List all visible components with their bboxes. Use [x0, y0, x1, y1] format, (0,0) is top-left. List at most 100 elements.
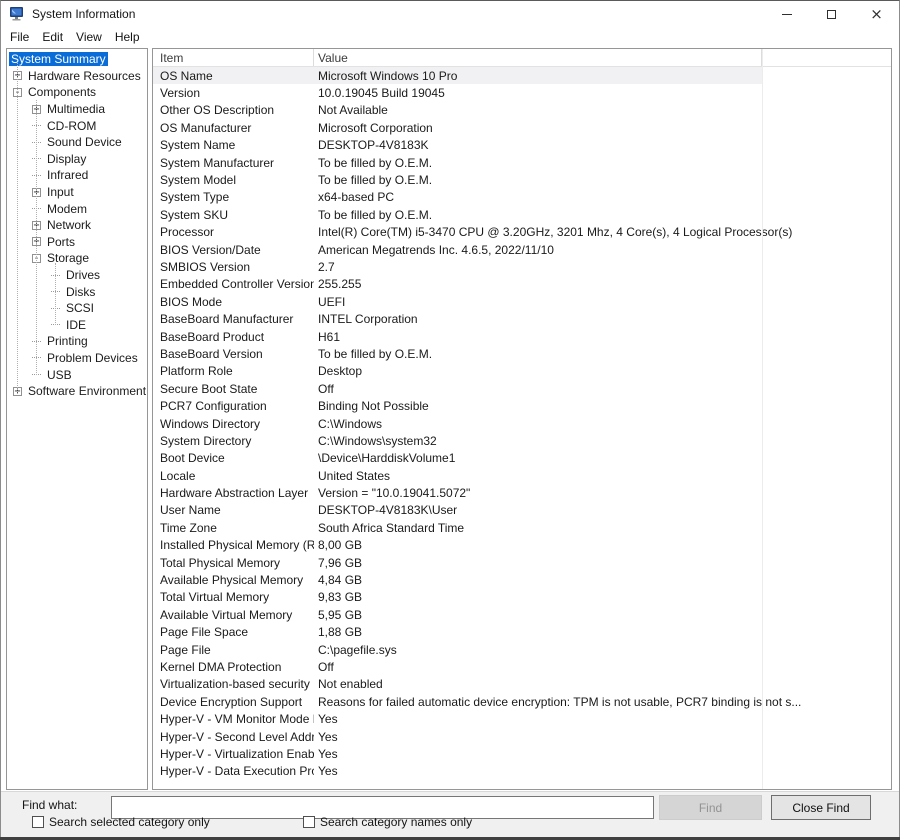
- value-cell: American Megatrends Inc. 4.6.5, 2022/11/…: [314, 243, 554, 257]
- table-row[interactable]: PCR7 ConfigurationBinding Not Possible: [153, 397, 891, 414]
- table-row[interactable]: Hyper-V - Second Level Addres...Yes: [153, 728, 891, 745]
- tree-item-cd-rom[interactable]: CD-ROM: [7, 117, 147, 134]
- tree-item-infrared[interactable]: Infrared: [7, 167, 147, 184]
- value-cell: Microsoft Windows 10 Pro: [314, 69, 457, 83]
- maximize-icon[interactable]: [809, 1, 854, 27]
- tree-label: Sound Device: [45, 135, 124, 149]
- tree-item-components[interactable]: -Components: [7, 84, 147, 101]
- value-cell: C:\Windows\system32: [314, 434, 437, 448]
- value-cell: INTEL Corporation: [314, 312, 418, 326]
- tree-item-multimedia[interactable]: +Multimedia: [7, 101, 147, 118]
- table-row[interactable]: Hardware Abstraction LayerVersion = "10.…: [153, 484, 891, 501]
- table-row[interactable]: Total Physical Memory7,96 GB: [153, 554, 891, 571]
- tree-label: Storage: [45, 251, 91, 265]
- table-row[interactable]: BIOS Version/DateAmerican Megatrends Inc…: [153, 241, 891, 258]
- table-row[interactable]: System NameDESKTOP-4V8183K: [153, 137, 891, 154]
- table-row[interactable]: Page File Space1,88 GB: [153, 624, 891, 641]
- tree-item-problem-devices[interactable]: Problem Devices: [7, 350, 147, 367]
- tree-item-scsi[interactable]: SCSI: [7, 300, 147, 317]
- table-row[interactable]: System ModelTo be filled by O.E.M.: [153, 171, 891, 188]
- table-row[interactable]: System SKUTo be filled by O.E.M.: [153, 206, 891, 223]
- close-find-button[interactable]: Close Find: [771, 795, 871, 820]
- tree-label: SCSI: [64, 301, 96, 315]
- table-row[interactable]: Available Virtual Memory5,95 GB: [153, 606, 891, 623]
- table-row[interactable]: Embedded Controller Version255.255: [153, 276, 891, 293]
- table-row[interactable]: Platform RoleDesktop: [153, 363, 891, 380]
- table-row[interactable]: System ManufacturerTo be filled by O.E.M…: [153, 154, 891, 171]
- detail-list: Item Value OS NameMicrosoft Windows 10 P…: [152, 48, 892, 790]
- item-cell: Hyper-V - Data Execution Prote...: [153, 764, 314, 778]
- menu-view[interactable]: View: [76, 29, 111, 45]
- table-row[interactable]: Page FileC:\pagefile.sys: [153, 641, 891, 658]
- item-cell: Windows Directory: [153, 417, 314, 431]
- minimize-icon[interactable]: [764, 1, 809, 27]
- tree-item-ide[interactable]: IDE: [7, 317, 147, 334]
- table-row[interactable]: Secure Boot StateOff: [153, 380, 891, 397]
- table-row[interactable]: System Typex64-based PC: [153, 189, 891, 206]
- menu-file[interactable]: File: [10, 29, 38, 45]
- item-cell: BIOS Mode: [153, 295, 314, 309]
- table-row[interactable]: OS NameMicrosoft Windows 10 Pro: [153, 67, 762, 84]
- table-row[interactable]: Hyper-V - Data Execution Prote...Yes: [153, 763, 891, 780]
- table-row[interactable]: User NameDESKTOP-4V8183K\User: [153, 502, 891, 519]
- table-row[interactable]: Boot Device\Device\HarddiskVolume1: [153, 450, 891, 467]
- item-cell: BaseBoard Version: [153, 347, 314, 361]
- table-row[interactable]: Version10.0.19045 Build 19045: [153, 84, 891, 101]
- value-cell: Yes: [314, 747, 338, 761]
- tree-item-display[interactable]: Display: [7, 151, 147, 168]
- item-cell: System Model: [153, 173, 314, 187]
- tree-label: CD-ROM: [45, 119, 98, 133]
- table-row[interactable]: LocaleUnited States: [153, 467, 891, 484]
- table-row[interactable]: Hyper-V - VM Monitor Mode E...Yes: [153, 710, 891, 727]
- table-row[interactable]: System DirectoryC:\Windows\system32: [153, 432, 891, 449]
- search-category-names-checkbox[interactable]: Search category names only: [303, 815, 472, 829]
- tree-item-hardware-resources[interactable]: +Hardware Resources: [7, 68, 147, 85]
- column-header-value[interactable]: Value: [314, 49, 762, 66]
- tree-item-network[interactable]: +Network: [7, 217, 147, 234]
- table-row[interactable]: Other OS DescriptionNot Available: [153, 102, 891, 119]
- checkbox-label: Search category names only: [320, 815, 472, 829]
- item-cell: Total Physical Memory: [153, 556, 314, 570]
- table-row[interactable]: Hyper-V - Virtualization Enable...Yes: [153, 745, 891, 762]
- tree-item-sound-device[interactable]: Sound Device: [7, 134, 147, 151]
- column-header-item[interactable]: Item: [153, 49, 314, 66]
- item-cell: System Name: [153, 138, 314, 152]
- tree-item-usb[interactable]: USB: [7, 366, 147, 383]
- table-row[interactable]: Time ZoneSouth Africa Standard Time: [153, 519, 891, 536]
- find-button[interactable]: Find: [659, 795, 762, 820]
- table-row[interactable]: Available Physical Memory4,84 GB: [153, 571, 891, 588]
- table-row[interactable]: Windows DirectoryC:\Windows: [153, 415, 891, 432]
- table-row[interactable]: BaseBoard VersionTo be filled by O.E.M.: [153, 345, 891, 362]
- table-row[interactable]: ProcessorIntel(R) Core(TM) i5-3470 CPU @…: [153, 224, 891, 241]
- window-title: System Information: [32, 7, 135, 21]
- search-selected-category-checkbox[interactable]: Search selected category only: [32, 815, 210, 829]
- value-cell: Intel(R) Core(TM) i5-3470 CPU @ 3.20GHz,…: [314, 225, 792, 239]
- value-cell: Microsoft Corporation: [314, 121, 433, 135]
- tree-item-disks[interactable]: Disks: [7, 283, 147, 300]
- table-row[interactable]: Installed Physical Memory (RAM)8,00 GB: [153, 537, 891, 554]
- tree-item-input[interactable]: +Input: [7, 184, 147, 201]
- tree-item-storage[interactable]: -Storage: [7, 250, 147, 267]
- table-row[interactable]: BIOS ModeUEFI: [153, 293, 891, 310]
- close-icon[interactable]: ×: [854, 1, 899, 27]
- table-row[interactable]: Kernel DMA ProtectionOff: [153, 658, 891, 675]
- tree-item-printing[interactable]: Printing: [7, 333, 147, 350]
- menu-edit[interactable]: Edit: [42, 29, 72, 45]
- tree-item-system-summary[interactable]: System Summary: [7, 51, 147, 68]
- tree-item-drives[interactable]: Drives: [7, 267, 147, 284]
- table-row[interactable]: OS ManufacturerMicrosoft Corporation: [153, 119, 891, 136]
- tree-item-modem[interactable]: Modem: [7, 200, 147, 217]
- table-row[interactable]: SMBIOS Version2.7: [153, 258, 891, 275]
- table-row[interactable]: BaseBoard ProductH61: [153, 328, 891, 345]
- table-row[interactable]: Virtualization-based securityNot enabled: [153, 676, 891, 693]
- item-cell: Kernel DMA Protection: [153, 660, 314, 674]
- item-cell: Hardware Abstraction Layer: [153, 486, 314, 500]
- table-row[interactable]: Device Encryption SupportReasons for fai…: [153, 693, 891, 710]
- tree-item-ports[interactable]: +Ports: [7, 234, 147, 251]
- table-row[interactable]: Total Virtual Memory9,83 GB: [153, 589, 891, 606]
- table-row[interactable]: BaseBoard ManufacturerINTEL Corporation: [153, 310, 891, 327]
- tree-item-software-environment[interactable]: +Software Environment: [7, 383, 147, 400]
- tree-label: Printing: [45, 334, 90, 348]
- menu-help[interactable]: Help: [115, 29, 149, 45]
- tree-label: Disks: [64, 285, 97, 299]
